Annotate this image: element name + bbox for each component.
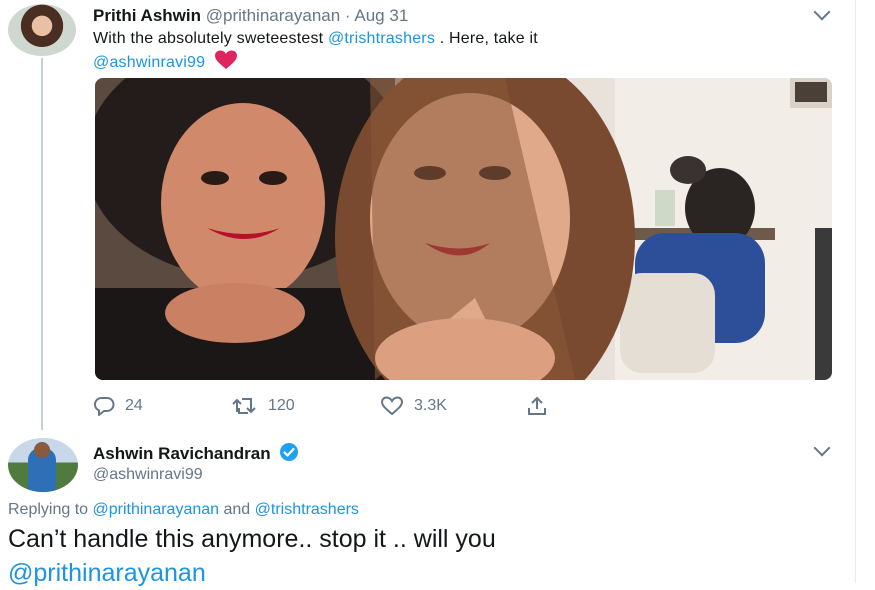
avatar-head	[34, 442, 50, 458]
share-action[interactable]	[526, 396, 548, 416]
share-icon	[528, 396, 546, 415]
reply-icon	[93, 397, 115, 416]
avatar-prithi-ashwin[interactable]	[8, 4, 76, 56]
tweet1-text-after: . Here, take it	[439, 30, 538, 47]
tweet1-header: Prithi Ashwin @prithinarayanan · Aug 31	[93, 6, 408, 26]
replying-and: and	[223, 501, 251, 518]
tweet1-text: With the absolutely sweteestest @trishtr…	[93, 28, 833, 74]
timeline-border	[855, 0, 856, 583]
tweet1-separator: ·	[344, 6, 351, 25]
replying-prefix: Replying to	[8, 501, 89, 518]
tweet2-text: Can’t handle this anymore.. stop it .. w…	[8, 522, 848, 590]
tweet1-actions: 24 120 3.3K	[93, 396, 613, 420]
reply-action[interactable]: 24	[93, 396, 143, 416]
chevron-down-icon[interactable]	[813, 3, 831, 21]
retweet-action[interactable]: 120	[232, 396, 295, 416]
like-icon	[380, 396, 404, 416]
like-count: 3.3K	[414, 397, 447, 414]
replying-user-trishtrashers[interactable]: @trishtrashers	[255, 501, 359, 518]
retweet-count: 120	[268, 397, 295, 414]
tweet2-author-name[interactable]: Ashwin Ravichandran	[93, 444, 271, 463]
tweet2-header: Ashwin Ravichandran	[93, 442, 299, 464]
photo-scene	[95, 78, 832, 380]
tweet2-author-handle[interactable]: @ashwinravi99	[93, 466, 203, 484]
thread-connector-line	[41, 58, 43, 430]
verified-badge-icon	[280, 443, 299, 461]
like-action[interactable]: 3.3K	[380, 396, 447, 416]
heart-icon	[214, 50, 237, 69]
tweet2-body: Can’t handle this anymore.. stop it .. w…	[8, 525, 496, 553]
mention-ashwinravi99[interactable]: @ashwinravi99	[93, 54, 205, 71]
tweet1-author-name[interactable]: Prithi Ashwin	[93, 6, 201, 25]
replying-user-prithinarayanan[interactable]: @prithinarayanan	[93, 501, 220, 518]
tweet1-text-before: With the absolutely sweteestest	[93, 30, 324, 47]
replying-to-line: Replying to @prithinarayanan and @trisht…	[8, 501, 359, 519]
chevron-down-icon[interactable]	[813, 439, 831, 457]
tweet1-date[interactable]: Aug 31	[354, 6, 408, 25]
retweet-icon	[232, 398, 256, 414]
mention-trishtrashers[interactable]: @trishtrashers	[328, 30, 435, 47]
avatar-ashwin-ravichandran[interactable]	[8, 438, 78, 492]
tweet1-photo[interactable]	[95, 78, 832, 380]
tweet1-author-handle[interactable]: @prithinarayanan	[206, 6, 340, 25]
reply-count: 24	[125, 397, 143, 414]
